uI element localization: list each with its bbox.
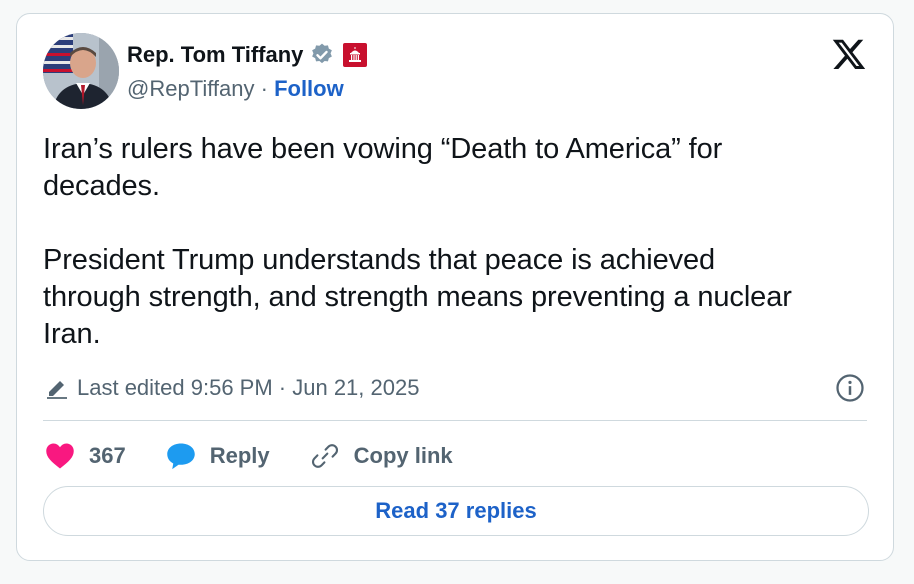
info-icon[interactable] bbox=[835, 373, 865, 403]
follow-button[interactable]: Follow bbox=[274, 76, 344, 101]
avatar-photo bbox=[43, 33, 119, 109]
author-name-row: Rep. Tom Tiffany bbox=[127, 40, 368, 70]
tweet-text: Iran’s rulers have been vowing “Death to… bbox=[43, 133, 792, 350]
handle-separator: · bbox=[254, 76, 275, 101]
verified-badge-icon bbox=[309, 42, 335, 68]
link-icon bbox=[311, 444, 338, 468]
like-button[interactable]: 367 bbox=[45, 442, 126, 470]
last-edited-link[interactable]: Last edited 9:56 PM · Jun 21, 2025 bbox=[45, 373, 419, 403]
heart-icon bbox=[46, 443, 74, 469]
pencil-icon bbox=[47, 381, 67, 399]
tweet-embed-card: Rep. Tom Tiffany @RepTiffany · Follow Ir… bbox=[16, 13, 894, 561]
reply-button[interactable]: Reply bbox=[166, 442, 270, 470]
copy-link-button[interactable]: Copy link bbox=[310, 442, 453, 470]
author-handle-row: @RepTiffany · Follow bbox=[127, 76, 344, 102]
copy-link-label: Copy link bbox=[353, 443, 453, 468]
action-bar: 367 Reply Copy link bbox=[45, 436, 493, 476]
read-replies-label: Read 37 replies bbox=[375, 498, 537, 523]
x-logo-icon[interactable] bbox=[831, 36, 867, 72]
divider bbox=[43, 420, 867, 421]
government-capitol-badge-icon bbox=[343, 43, 368, 67]
reply-label: Reply bbox=[209, 443, 270, 468]
like-count: 367 bbox=[89, 443, 126, 468]
read-replies-button[interactable]: Read 37 replies bbox=[43, 486, 869, 536]
avatar[interactable] bbox=[43, 33, 119, 109]
author-handle[interactable]: @RepTiffany bbox=[127, 76, 255, 101]
author-name[interactable]: Rep. Tom Tiffany bbox=[127, 42, 303, 68]
speech-bubble-icon bbox=[166, 443, 195, 470]
last-edited-label: Last edited 9:56 PM · Jun 21, 2025 bbox=[77, 375, 420, 400]
